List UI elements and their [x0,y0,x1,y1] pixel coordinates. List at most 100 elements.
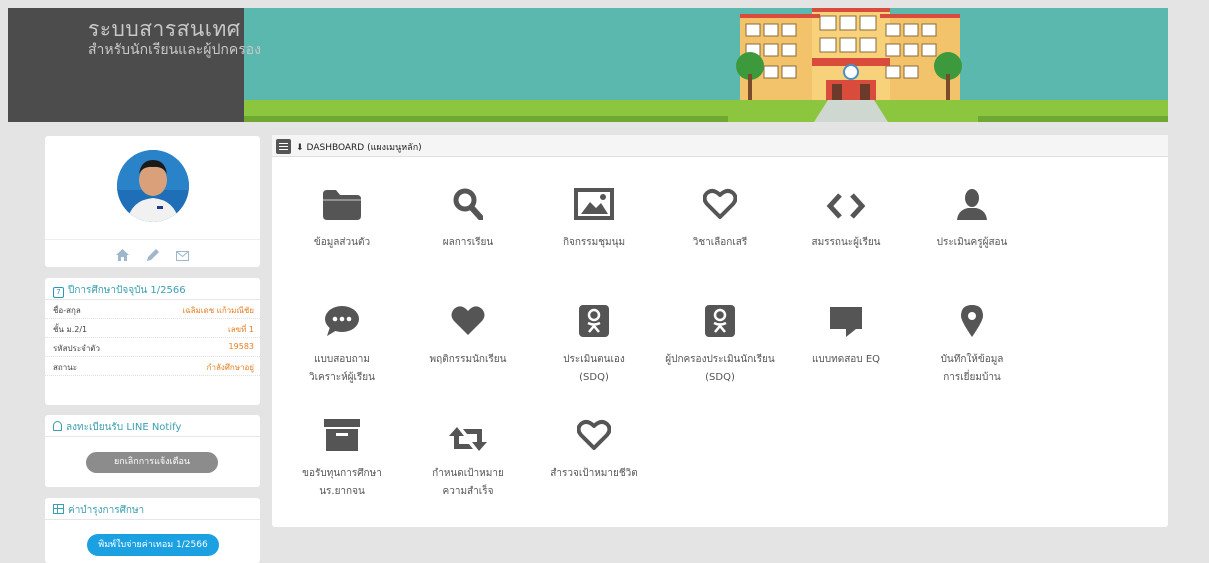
tile-label-line1: ประเมินตนเอง [563,354,625,365]
tile-label: บันทึกให้ข้อมูลการเยี่ยมบ้าน [912,351,1032,387]
tile-goal-setting[interactable]: กำหนดเป้าหมายความสำเร็จ [408,411,528,501]
tile-label: แบบทดสอบ EQ [811,354,881,365]
tile-free-elective[interactable]: วิชาเลือกเสรี [660,180,780,252]
tile-scholarship-request[interactable]: ขอรับทุนการศึกษานร.ยากจน [282,411,402,501]
line-notify-header: ลงทะเบียนรับ LINE Notify [45,415,260,437]
info-label: สถานะ [53,363,77,372]
profile-card [45,136,260,267]
tile-label: กิจกรรมชุมนุม [562,237,626,248]
avatar [117,150,189,222]
chat-icon [282,297,402,337]
retweet-icon [408,411,528,451]
code-icon [786,180,906,220]
info-row: ชั้น ม.2/1 เลขที่ 1 [45,319,260,338]
info-value: กำลังศึกษาอยู่ [206,363,254,372]
info-label: ชื่อ-สกุล [53,306,81,315]
tile-label-line2: (SDQ) [705,372,735,383]
tile-label-line2: ความสำเร็จ [442,486,494,497]
header-banner: ระบบสารสนเทศ สำหรับนักเรียนและผู้ปกครอง [8,8,1168,122]
tuition-fee-title: ค่าบำรุงการศึกษา [68,505,145,516]
tile-student-analysis-survey[interactable]: แบบสอบถามวิเคราะห์ผู้เรียน [282,297,402,387]
info-row: รหัสประจำตัว 19583 [45,338,260,357]
profile-actions [45,239,260,265]
tile-label-line2: การเยี่ยมบ้าน [943,372,1001,383]
info-label: รหัสประจำตัว [53,344,100,353]
academic-year-header: 7 ปีการศึกษาปัจจุบัน 1/2566 [45,278,260,300]
tile-label: แบบสอบถามวิเคราะห์ผู้เรียน [282,351,402,387]
tile-self-assessment-sdq[interactable]: ประเมินตนเอง (SDQ) [534,297,654,387]
tile-label: กำหนดเป้าหมายความสำเร็จ [408,465,528,501]
dashboard-panel: ⬇ DASHBOARD (แผงเมนูหลัก) ข้อมูลส่วนตัว ผ… [272,135,1168,527]
tile-competency[interactable]: สมรรถนะผู้เรียน [786,180,906,252]
info-row: สถานะ กำลังศึกษาอยู่ [45,357,260,376]
site-title: ระบบสารสนเทศ [88,17,241,41]
tile-label-line1: แบบสอบถาม [314,354,370,365]
arrow-down-icon: ⬇ [296,143,304,153]
tile-parent-assessment-sdq[interactable]: ผู้ปกครองประเมินนักเรียน (SDQ) [660,297,780,387]
info-label: ชั้น ม.2/1 [53,325,88,334]
image-icon [534,180,654,220]
tile-label-line1: กำหนดเป้าหมาย [432,468,504,479]
tile-label-line1: ผู้ปกครองประเมินนักเรียน [665,354,775,365]
tile-label: สมรรถนะผู้เรียน [811,237,881,248]
archive-icon [282,411,402,451]
tile-label-line2: นร.ยากจน [319,486,365,497]
info-value: เลขที่ 1 [227,325,254,334]
table-icon [53,504,64,514]
dashboard-title: DASHBOARD (แผงเมนูหลัก) [306,143,422,153]
tile-label: ประเมินตนเอง (SDQ) [534,351,654,387]
comment-icon [786,297,906,337]
tile-label: พฤติกรรมนักเรียน [429,354,507,365]
search-icon [408,180,528,220]
tile-club-activity[interactable]: กิจกรรมชุมนุม [534,180,654,252]
odnoklassniki-icon [534,297,654,337]
tile-teacher-evaluation[interactable]: ประเมินครูผู้สอน [912,180,1032,252]
dashboard-header: ⬇ DASHBOARD (แผงเมนูหลัก) [272,135,1168,157]
tile-eq-test[interactable]: แบบทดสอบ EQ [786,297,906,369]
tile-label: ผู้ปกครองประเมินนักเรียน (SDQ) [660,351,780,387]
tile-student-behavior[interactable]: พฤติกรรมนักเรียน [408,297,528,369]
tile-life-goal-survey[interactable]: สำรวจเป้าหมายชีวิต [534,411,654,483]
tuition-fee-header: ค่าบำรุงการศึกษา [45,498,260,520]
user-icon [912,180,1032,220]
heart-outline-icon [660,180,780,220]
mail-icon[interactable] [175,251,189,261]
grass-shadow [244,116,1168,122]
map-pin-icon [912,297,1032,337]
cancel-notify-button[interactable]: ยกเลิกการแจ้งเตือน [86,452,218,473]
school-building-illustration [728,8,978,122]
tile-label: วิชาเลือกเสรี [692,237,748,248]
line-notify-title[interactable]: ลงทะเบียนรับ LINE Notify [66,422,181,433]
tile-label-line2: (SDQ) [579,372,609,383]
info-value: 19583 [228,342,254,351]
folder-icon [282,180,402,220]
print-fee-slip-button[interactable]: พิมพ์ใบจ่ายค่าเทอม 1/2566 [87,534,219,556]
tile-home-visit-record[interactable]: บันทึกให้ข้อมูลการเยี่ยมบ้าน [912,297,1032,387]
bell-icon [53,421,62,431]
tile-personal-info[interactable]: ข้อมูลส่วนตัว [282,180,402,252]
home-icon[interactable] [116,249,130,261]
brand-block: ระบบสารสนเทศ สำหรับนักเรียนและผู้ปกครอง [8,8,261,122]
tile-grades[interactable]: ผลการเรียน [408,180,528,252]
tile-label: ข้อมูลส่วนตัว [313,237,371,248]
tile-label: สำรวจเป้าหมายชีวิต [550,468,638,479]
edit-icon[interactable] [146,249,159,261]
heart-outline-icon [534,411,654,451]
tile-label: ขอรับทุนการศึกษานร.ยากจน [282,465,402,501]
tile-label: ผลการเรียน [442,237,494,248]
academic-year-card: 7 ปีการศึกษาปัจจุบัน 1/2566 ชื่อ-สกุล เฉล… [45,278,260,405]
site-subtitle: สำหรับนักเรียนและผู้ปกครอง [88,42,261,58]
academic-year-title: ปีการศึกษาปัจจุบัน 1/2566 [68,285,186,296]
tuition-fee-card: ค่าบำรุงการศึกษา พิมพ์ใบจ่ายค่าเทอม 1/25… [45,498,260,563]
tile-label-line2: วิเคราะห์ผู้เรียน [308,372,375,383]
heart-filled-icon [408,297,528,337]
list-icon[interactable] [276,139,291,154]
calendar-icon: 7 [53,287,64,298]
tile-label-line1: บันทึกให้ข้อมูล [940,354,1004,365]
info-row: ชื่อ-สกุล เฉลิมเดช แก้วมณีชัย [45,300,260,319]
tile-label: ประเมินครูผู้สอน [936,237,1008,248]
info-value: เฉลิมเดช แก้วมณีชัย [182,306,254,315]
line-notify-card: ลงทะเบียนรับ LINE Notify ยกเลิกการแจ้งเต… [45,415,260,487]
odnoklassniki-icon [660,297,780,337]
tile-label-line1: ขอรับทุนการศึกษา [302,468,382,479]
